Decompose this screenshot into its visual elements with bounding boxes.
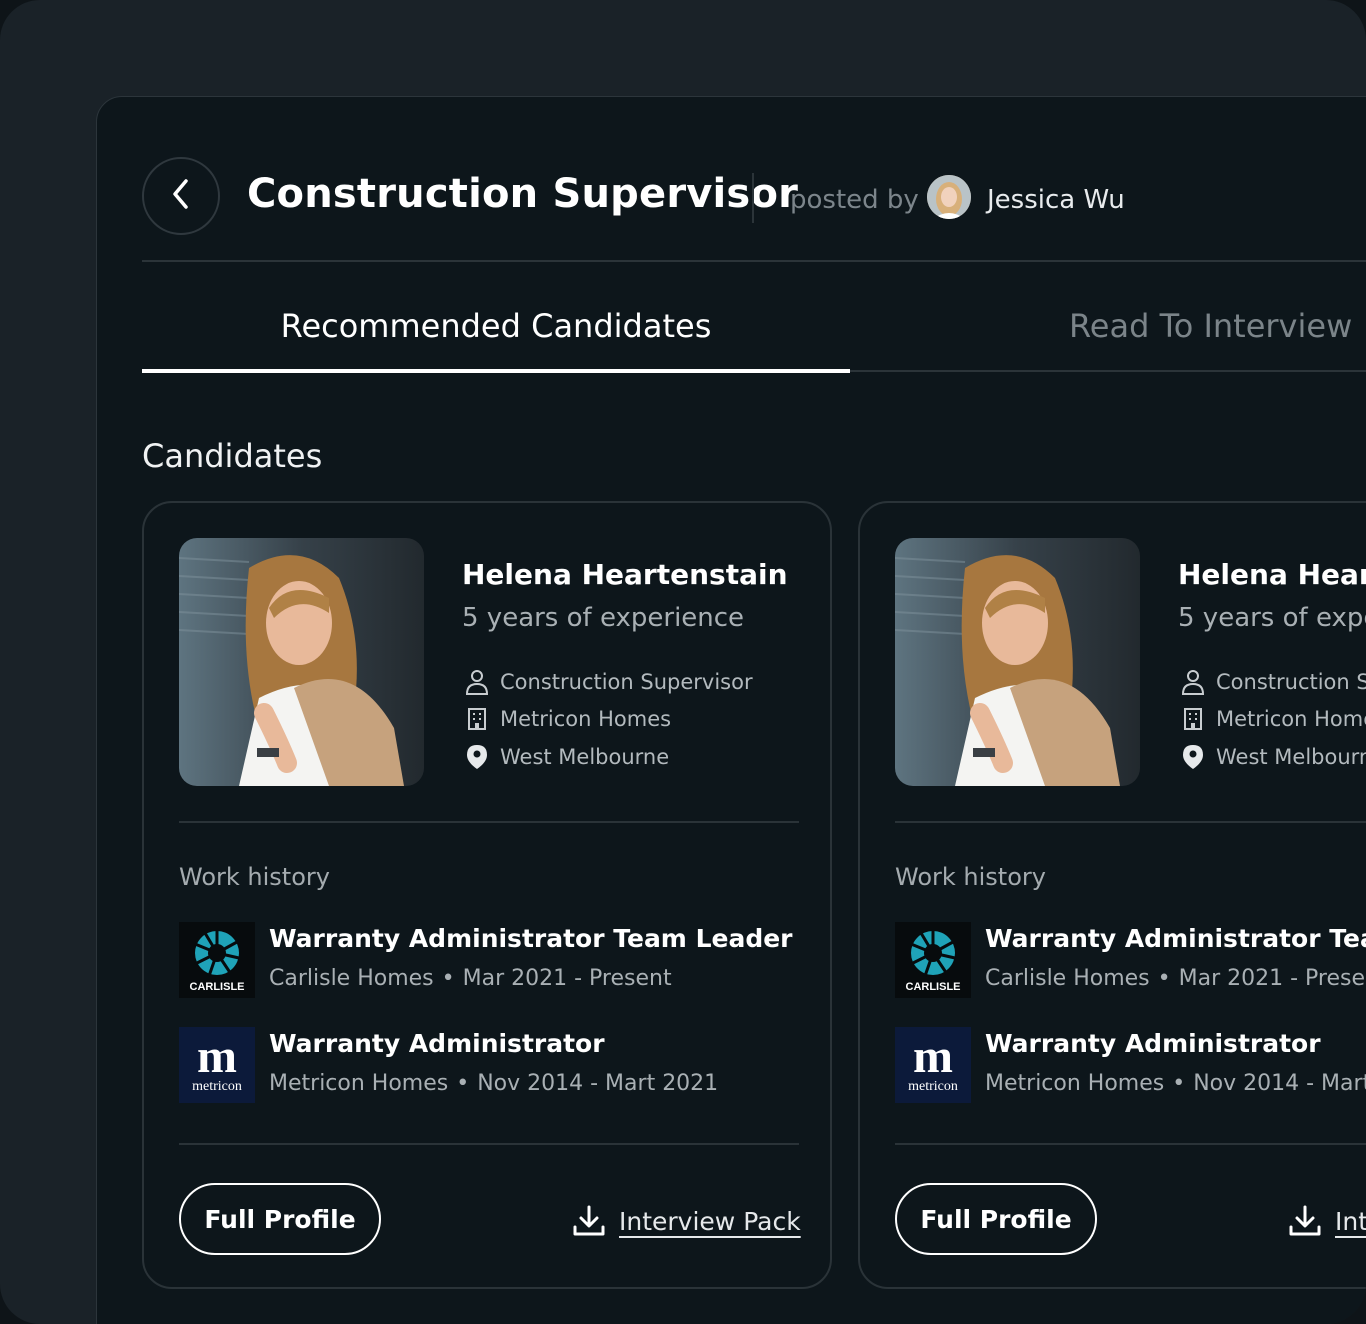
tab-recommended-candidates[interactable]: Recommended Candidates [142,307,850,345]
job-dates: Nov 2014 - Mart 2021 [477,1071,719,1096]
job-title: Warranty Administrator [985,1029,1321,1058]
candidate-card: Helena Heartenstain 5 years of experienc… [142,501,832,1289]
candidate-company: Metricon Homes [1216,707,1366,731]
section-title: Candidates [142,437,323,475]
job-meta: Carlisle Homes • Mar 2021 - Present [269,966,672,991]
card-divider [179,821,799,823]
card-divider [895,821,1366,823]
tab-read-to-interview[interactable]: Read To Interview [1069,307,1352,345]
carlisle-logo: CARLISLE [895,922,971,998]
job-meta: Metricon Homes • Nov 2014 - Mart 2021 [985,1071,1366,1096]
page-title: Construction Supervisor [247,171,799,217]
poster-avatar[interactable] [927,175,971,219]
candidate-photo[interactable] [895,538,1140,786]
work-history-item: CARLISLE Warranty Administrator Team Lea… [895,922,1366,998]
job-company: Metricon Homes [985,1071,1165,1096]
app-window: Construction Supervisor posted by Jessic… [0,0,1366,1324]
candidate-card: Helena Heartenstain 5 years of experienc… [858,501,1366,1289]
candidate-experience: 5 years of experience [1178,603,1366,633]
candidate-photo[interactable] [179,538,424,786]
work-history-item: CARLISLE Warranty Administrator Team Lea… [179,922,830,998]
header-divider [142,260,1366,262]
back-button[interactable] [142,157,220,235]
interview-pack-link[interactable]: Interview Pack [1287,1203,1366,1239]
svg-text:CARLISLE: CARLISLE [190,981,245,993]
chevron-left-icon [169,177,193,215]
candidate-role-row: Construction Supervisor [462,667,753,697]
download-icon [571,1203,607,1239]
user-icon [462,667,492,697]
candidate-role-row: Construction Supervisor [1178,667,1366,697]
job-meta: Metricon Homes • Nov 2014 - Mart 2021 [269,1071,718,1096]
job-dates: Mar 2021 - Present [1178,966,1366,991]
candidate-role: Construction Supervisor [500,670,753,694]
posted-by-label: posted by [790,185,919,215]
job-title: Warranty Administrator [269,1029,605,1058]
carlisle-logo: CARLISLE [179,922,255,998]
full-profile-button[interactable]: Full Profile [179,1183,381,1255]
job-company: Metricon Homes [269,1071,449,1096]
candidate-company: Metricon Homes [500,707,672,731]
svg-text:metricon: metricon [908,1079,958,1094]
building-icon [1178,704,1208,734]
work-history-label: Work history [179,863,330,891]
work-history-label: Work history [895,863,1046,891]
card-divider [895,1143,1366,1145]
candidate-company-row: Metricon Homes [1178,704,1366,734]
interview-pack-link[interactable]: Interview Pack [571,1203,801,1239]
candidate-location: West Melbourne [500,745,670,769]
building-icon [462,704,492,734]
work-history-item: m metricon Warranty Administrator Metric… [179,1027,830,1103]
map-pin-icon [462,742,492,772]
candidate-location-row: West Melbourne [462,742,669,772]
user-icon [1178,667,1208,697]
poster-name[interactable]: Jessica Wu [987,185,1125,215]
job-dates: Mar 2021 - Present [462,966,672,991]
candidate-experience: 5 years of experience [462,603,745,633]
candidate-location-row: West Melbourne [1178,742,1366,772]
active-tab-indicator [142,369,850,373]
metricon-logo: m metricon [895,1027,971,1103]
meta-separator: • [456,1071,470,1096]
meta-separator: • [1172,1071,1186,1096]
download-icon [1287,1203,1323,1239]
svg-text:metricon: metricon [192,1079,242,1094]
title-divider [752,173,754,223]
job-title: Warranty Administrator Team Leader [985,924,1366,953]
candidate-role: Construction Supervisor [1216,670,1366,694]
candidate-company-row: Metricon Homes [462,704,671,734]
job-meta: Carlisle Homes • Mar 2021 - Present [985,966,1366,991]
svg-text:m: m [197,1030,237,1083]
candidate-name[interactable]: Helena Heartenstain [1178,558,1366,591]
map-pin-icon [1178,742,1208,772]
job-dates: Nov 2014 - Mart 2021 [1193,1071,1366,1096]
job-company: Carlisle Homes [985,966,1150,991]
metricon-logo: m metricon [179,1027,255,1103]
meta-separator: • [441,966,455,991]
card-divider [179,1143,799,1145]
work-history-item: m metricon Warranty Administrator Metric… [895,1027,1366,1103]
full-profile-button[interactable]: Full Profile [895,1183,1097,1255]
job-panel: Construction Supervisor posted by Jessic… [96,96,1366,1324]
candidate-name[interactable]: Helena Heartenstain [462,558,788,591]
job-title: Warranty Administrator Team Leader [269,924,793,953]
candidate-location: West Melbourne [1216,745,1366,769]
interview-pack-label[interactable]: Interview Pack [1335,1207,1366,1236]
interview-pack-label[interactable]: Interview Pack [619,1207,801,1236]
svg-text:m: m [913,1030,953,1083]
job-company: Carlisle Homes [269,966,434,991]
meta-separator: • [1157,966,1171,991]
svg-text:CARLISLE: CARLISLE [906,981,961,993]
